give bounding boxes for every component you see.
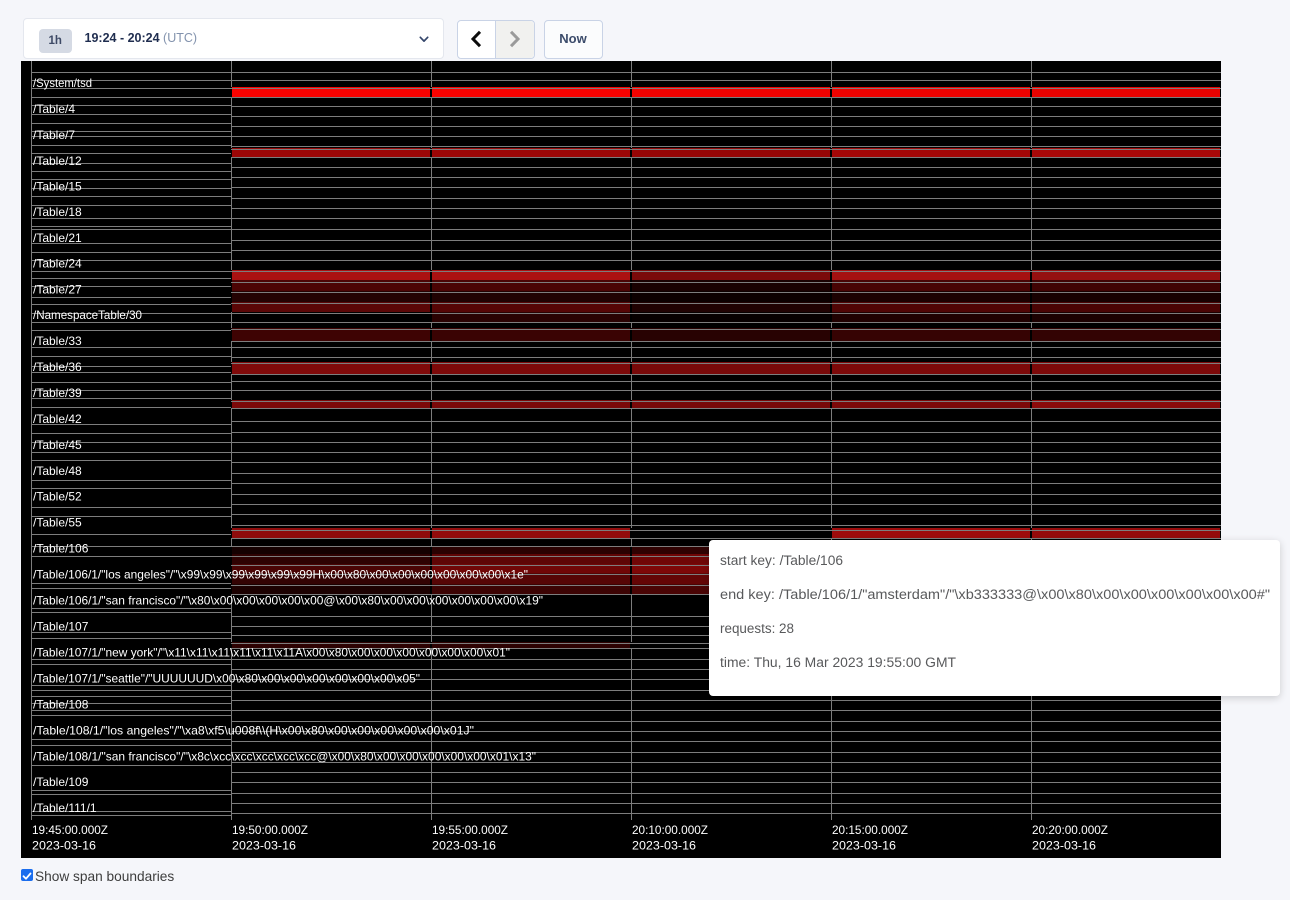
svg-text:/Table/111/1: /Table/111/1 bbox=[33, 801, 97, 815]
svg-text:/Table/36: /Table/36 bbox=[33, 360, 82, 374]
svg-text:19:55:00.000Z: 19:55:00.000Z bbox=[432, 823, 508, 837]
svg-text:/Table/107: /Table/107 bbox=[33, 620, 89, 634]
svg-text:/Table/39: /Table/39 bbox=[33, 386, 82, 400]
svg-text:/Table/33: /Table/33 bbox=[33, 334, 82, 348]
svg-text:/Table/7: /Table/7 bbox=[33, 128, 75, 142]
svg-text:2023-03-16: 2023-03-16 bbox=[432, 839, 496, 853]
svg-text:2023-03-16: 2023-03-16 bbox=[232, 839, 296, 853]
svg-text:2023-03-16: 2023-03-16 bbox=[1032, 839, 1096, 853]
svg-text:/Table/15: /Table/15 bbox=[33, 180, 82, 194]
svg-text:/Table/108/1/"san francisco"/": /Table/108/1/"san francisco"/"\x8c\xcc\x… bbox=[33, 750, 536, 764]
svg-text:2023-03-16: 2023-03-16 bbox=[632, 839, 696, 853]
svg-text:/Table/48: /Table/48 bbox=[33, 464, 82, 478]
svg-text:/Table/42: /Table/42 bbox=[33, 412, 82, 426]
svg-text:2023-03-16: 2023-03-16 bbox=[32, 839, 96, 853]
svg-text:time: Thu, 16 Mar 2023 19:55:0: time: Thu, 16 Mar 2023 19:55:00 GMT bbox=[720, 655, 956, 670]
svg-text:/Table/24: /Table/24 bbox=[33, 257, 82, 271]
svg-text:/Table/107/1/"seattle"/"UUUUUU: /Table/107/1/"seattle"/"UUUUUUD\x00\x80\… bbox=[33, 672, 420, 686]
svg-text:/Table/21: /Table/21 bbox=[33, 231, 82, 245]
svg-text:/Table/108: /Table/108 bbox=[33, 698, 89, 712]
svg-text:/Table/52: /Table/52 bbox=[33, 490, 82, 504]
svg-text:/Table/106: /Table/106 bbox=[33, 542, 89, 556]
svg-text:19:45:00.000Z: 19:45:00.000Z bbox=[32, 823, 108, 837]
svg-text:20:10:00.000Z: 20:10:00.000Z bbox=[632, 823, 708, 837]
svg-text:end key: /Table/106/1/"amsterd: end key: /Table/106/1/"amsterdam"/"\xb33… bbox=[720, 587, 1270, 602]
svg-text:/Table/109: /Table/109 bbox=[33, 775, 89, 789]
svg-text:20:15:00.000Z: 20:15:00.000Z bbox=[832, 823, 908, 837]
svg-text:/Table/12: /Table/12 bbox=[33, 154, 82, 168]
svg-text:/Table/55: /Table/55 bbox=[33, 516, 82, 530]
svg-text:19:50:00.000Z: 19:50:00.000Z bbox=[232, 823, 308, 837]
svg-text:/Table/107/1/"new york"/"\x11\: /Table/107/1/"new york"/"\x11\x11\x11\x1… bbox=[33, 646, 510, 660]
svg-text:start key: /Table/106: start key: /Table/106 bbox=[720, 553, 843, 568]
svg-text:20:20:00.000Z: 20:20:00.000Z bbox=[1032, 823, 1108, 837]
svg-text:requests: 28: requests: 28 bbox=[720, 621, 794, 636]
svg-text:2023-03-16: 2023-03-16 bbox=[832, 839, 896, 853]
svg-text:/Table/106/1/"san francisco"/": /Table/106/1/"san francisco"/"\x80\x00\x… bbox=[33, 594, 543, 608]
svg-text:/Table/45: /Table/45 bbox=[33, 438, 82, 452]
svg-text:/Table/106/1/"los angeles"/"\x: /Table/106/1/"los angeles"/"\x99\x99\x99… bbox=[33, 568, 528, 582]
svg-text:/System/tsd: /System/tsd bbox=[33, 76, 92, 90]
svg-text:/NamespaceTable/30: /NamespaceTable/30 bbox=[33, 308, 142, 322]
svg-text:/Table/108/1/"los angeles"/"\x: /Table/108/1/"los angeles"/"\xa8\xf5\u00… bbox=[33, 724, 474, 738]
svg-text:/Table/4: /Table/4 bbox=[33, 102, 75, 116]
svg-text:/Table/27: /Table/27 bbox=[33, 283, 82, 297]
svg-text:/Table/18: /Table/18 bbox=[33, 205, 82, 219]
